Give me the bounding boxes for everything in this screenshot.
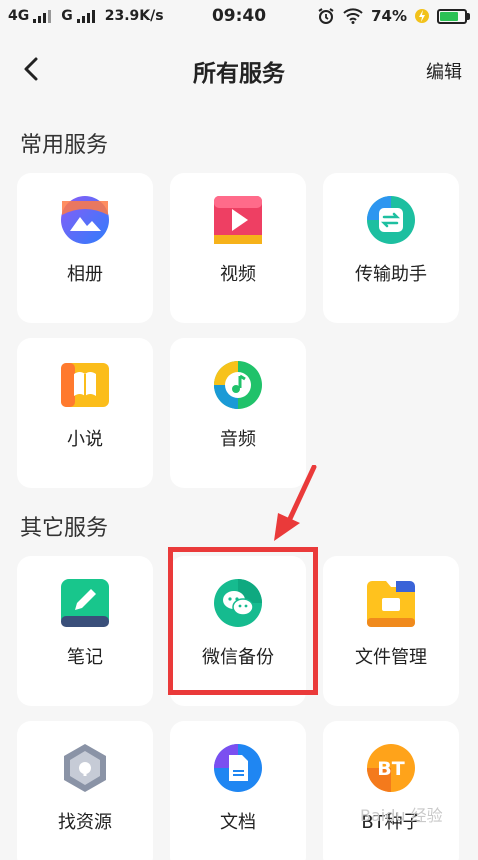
wechat-backup-icon: [214, 579, 262, 627]
document-icon: [214, 744, 262, 792]
service-card-novel[interactable]: 小说: [17, 338, 153, 488]
charging-icon: [415, 9, 429, 23]
transfer-icon: [367, 196, 415, 244]
service-label-file-manager: 文件管理: [355, 647, 427, 668]
novel-icon: [61, 363, 109, 407]
status-right: 74%: [317, 7, 470, 25]
service-label-wechat-backup: 微信备份: [202, 647, 274, 668]
service-card-bt-seed[interactable]: BT BT种子: [323, 721, 459, 860]
service-card-find-resource[interactable]: 找资源: [17, 721, 153, 860]
watermark: Baidu 经验: [360, 806, 443, 825]
network-type-1: 4G: [8, 8, 30, 24]
network-type-2: G: [61, 8, 73, 24]
svg-text:BT: BT: [377, 758, 404, 780]
find-resource-icon: [64, 744, 106, 792]
service-label-video: 视频: [220, 264, 256, 285]
network-speed: 23.9K/s: [104, 8, 164, 24]
service-card-transfer[interactable]: 传输助手: [323, 173, 459, 323]
signal-icon-2: [76, 9, 95, 23]
video-icon: [214, 196, 262, 244]
service-card-video[interactable]: 视频: [170, 173, 306, 323]
nav-bar: 所有服务 编辑: [0, 32, 478, 106]
service-label-notes: 笔记: [67, 647, 103, 668]
status-bar: 4G G 23.9K/s 09:40 74%: [0, 0, 478, 32]
audio-icon: [214, 361, 262, 409]
service-label-novel: 小说: [67, 429, 103, 450]
service-card-notes[interactable]: 笔记: [17, 556, 153, 706]
service-label-document: 文档: [220, 812, 256, 833]
alarm-icon: [318, 8, 334, 24]
service-card-album[interactable]: 相册: [17, 173, 153, 323]
wifi-icon: [343, 8, 363, 24]
battery-icon: [437, 8, 470, 24]
battery-percent: 74%: [371, 7, 407, 25]
service-card-file-manager[interactable]: 文件管理: [323, 556, 459, 706]
notes-icon: [61, 579, 109, 627]
edit-button[interactable]: 编辑: [426, 58, 462, 84]
section-title-common: 常用服务: [20, 133, 109, 158]
bt-seed-icon: BT: [367, 744, 415, 792]
service-card-wechat-backup[interactable]: 微信备份: [170, 556, 306, 706]
service-label-audio: 音频: [220, 429, 256, 450]
service-card-document[interactable]: 文档: [170, 721, 306, 860]
file-manager-icon: [367, 581, 415, 627]
page-title: 所有服务: [193, 61, 285, 87]
album-icon: [61, 196, 109, 244]
service-label-transfer: 传输助手: [355, 264, 427, 285]
signal-icon: [33, 9, 52, 23]
section-title-other: 其它服务: [20, 516, 109, 541]
service-label-find-resource: 找资源: [58, 812, 112, 833]
service-card-audio[interactable]: 音频: [170, 338, 306, 488]
status-left: 4G G 23.9K/s: [8, 8, 164, 24]
service-label-album: 相册: [67, 264, 103, 285]
